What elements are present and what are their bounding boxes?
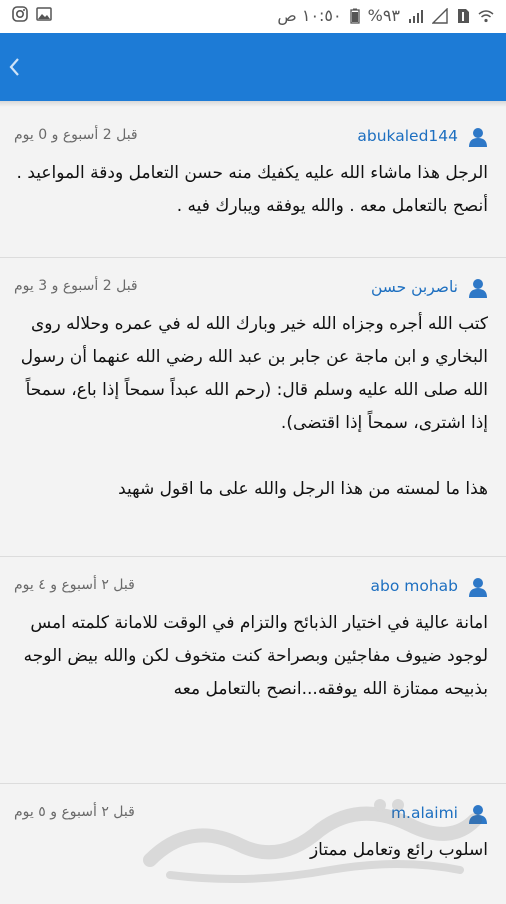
review-item: abukaled144 قبل 2 أسبوع و 0 يوم الرجل هذ… bbox=[0, 107, 506, 258]
user-icon bbox=[469, 578, 487, 597]
gallery-icon bbox=[36, 7, 52, 21]
review-header: m.alaimi قبل ٢ أسبوع و ٥ يوم bbox=[0, 784, 506, 834]
review-header: abukaled144 قبل 2 أسبوع و 0 يوم bbox=[0, 107, 506, 157]
chevron-left-icon[interactable] bbox=[4, 51, 24, 83]
review-text: امانة عالية في اختيار الذبائح والتزام في… bbox=[23, 613, 488, 699]
username-link[interactable]: abo mohab bbox=[371, 577, 459, 595]
user-icon bbox=[469, 128, 487, 147]
app-bar bbox=[0, 33, 506, 101]
review-time: قبل 2 أسبوع و 3 يوم bbox=[14, 278, 138, 294]
sim-1-icon bbox=[458, 8, 469, 23]
status-bar: ١٠:٥٠ ص %٩٣ bbox=[0, 0, 506, 33]
review-item: ناصربن حسن قبل 2 أسبوع و 3 يوم كتب الله … bbox=[0, 258, 506, 557]
reviews-list: abukaled144 قبل 2 أسبوع و 0 يوم الرجل هذ… bbox=[0, 107, 506, 904]
username-link[interactable]: m.alaimi bbox=[391, 804, 458, 822]
status-time: ١٠:٥٠ ص bbox=[277, 6, 342, 25]
username-link[interactable]: abukaled144 bbox=[357, 127, 458, 145]
review-item: abo mohab قبل ٢ أسبوع و ٤ يوم امانة عالي… bbox=[0, 557, 506, 784]
review-text: الرجل هذا ماشاء الله عليه يكفيك منه حسن … bbox=[16, 163, 488, 216]
wifi-icon bbox=[478, 9, 494, 22]
review-time: قبل 2 أسبوع و 0 يوم bbox=[14, 127, 138, 143]
username-link[interactable]: ناصربن حسن bbox=[371, 278, 458, 296]
review-time: قبل ٢ أسبوع و ٤ يوم bbox=[14, 577, 135, 593]
status-right: ١٠:٥٠ ص %٩٣ bbox=[277, 6, 494, 25]
status-left bbox=[12, 6, 52, 22]
battery-icon bbox=[349, 8, 360, 24]
review-time: قبل ٢ أسبوع و ٥ يوم bbox=[14, 804, 135, 820]
review-text: كتب الله أجره وجزاه الله خير وبارك الله … bbox=[20, 314, 488, 499]
user-icon bbox=[469, 279, 487, 298]
review-item: m.alaimi قبل ٢ أسبوع و ٥ يوم اسلوب رائع … bbox=[0, 784, 506, 904]
signal-icon bbox=[409, 9, 423, 23]
battery-percent: %٩٣ bbox=[367, 6, 400, 25]
review-header: ناصربن حسن قبل 2 أسبوع و 3 يوم bbox=[0, 258, 506, 308]
review-header: abo mohab قبل ٢ أسبوع و ٤ يوم bbox=[0, 557, 506, 607]
user-icon bbox=[469, 805, 487, 824]
instagram-icon bbox=[12, 6, 28, 22]
signal-2-icon bbox=[432, 7, 448, 24]
review-text: اسلوب رائع وتعامل ممتاز bbox=[309, 840, 488, 860]
